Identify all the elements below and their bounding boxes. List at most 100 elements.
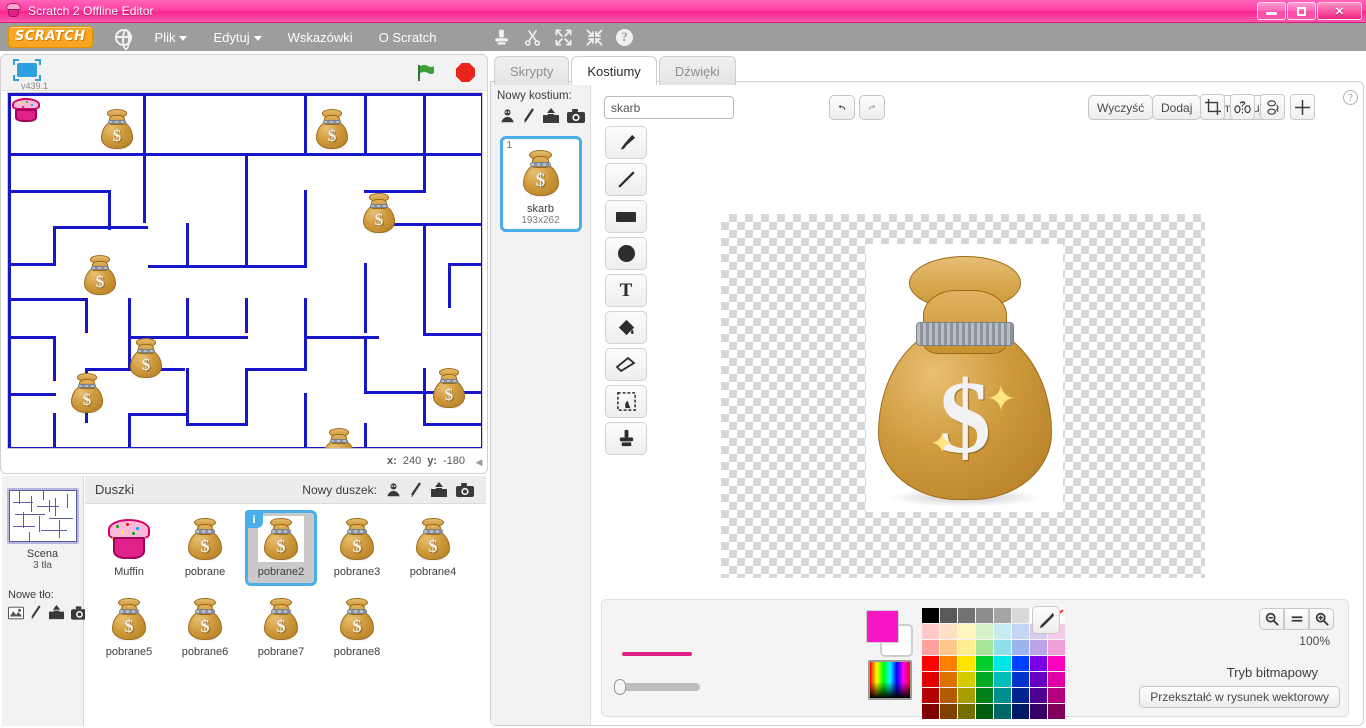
color-swatch[interactable] [976,704,993,719]
rectangle-tool-icon[interactable] [605,200,647,233]
color-swatch[interactable] [1012,672,1029,687]
convert-to-vector-button[interactable]: Przekształć w rysunek wektorowy [1139,686,1340,708]
globe-icon[interactable] [114,28,132,50]
stage-canvas[interactable]: $ $ $ $ $ $ $ $ [7,92,483,449]
color-swatch[interactable] [1048,640,1065,655]
tab-skrypty[interactable]: Skrypty [494,56,570,85]
color-swatch[interactable] [1048,704,1065,719]
paint-backdrop-icon[interactable] [30,605,42,620]
color-swatch[interactable] [1012,688,1029,703]
color-swatch[interactable] [976,688,993,703]
tab-dzwieki[interactable]: Dźwięki [658,56,736,85]
sprite-cell-pobrane7[interactable]: $ pobrane7 [245,590,317,666]
color-swatch[interactable] [1012,624,1029,639]
stage-sprite-moneybag[interactable]: $ [323,428,355,448]
color-swatch[interactable] [940,640,957,655]
color-gradient-picker[interactable] [868,660,912,700]
grow-icon[interactable] [554,28,573,47]
color-swatch[interactable] [1012,704,1029,719]
costume-artwork[interactable]: $ ✦ ✦ [866,244,1063,512]
tab-kostiumy[interactable]: Kostiumy [571,56,657,85]
color-swatch[interactable] [1030,656,1047,671]
color-swatch[interactable] [1030,688,1047,703]
color-swatch[interactable] [1030,672,1047,687]
color-swatch[interactable] [976,624,993,639]
backdrop-library-icon[interactable] [8,606,24,620]
brush-size-slider[interactable] [614,683,700,691]
foreground-color-swatch[interactable] [866,610,899,643]
crop-icon[interactable] [1200,94,1225,120]
sprite-info-badge[interactable]: i [245,510,263,528]
color-swatch[interactable] [994,688,1011,703]
paint-costume-icon[interactable] [523,108,535,124]
stage-sprite-moneybag[interactable]: $ [363,193,395,235]
costume-library-icon[interactable] [499,108,516,124]
paint-canvas-area[interactable]: $ ✦ ✦ [659,126,1349,626]
color-swatch[interactable] [958,640,975,655]
sprite-cell-pobrane4[interactable]: $ pobrane4 [397,510,469,586]
color-swatch[interactable] [922,608,939,623]
color-swatch[interactable] [958,672,975,687]
undo-icon[interactable] [829,95,855,120]
sprite-cell-muffin[interactable]: Muffin [93,510,165,586]
camera-sprite-icon[interactable] [456,482,474,497]
clear-button[interactable]: Wyczyść [1088,95,1154,120]
ellipse-tool-icon[interactable] [605,237,647,270]
eraser-tool-icon[interactable] [605,348,647,381]
color-swatch[interactable] [1048,688,1065,703]
set-costume-center-icon[interactable] [1290,94,1315,120]
color-swatch[interactable] [994,608,1011,623]
upload-sprite-icon[interactable] [430,481,448,498]
color-swatch[interactable] [1048,656,1065,671]
stage-resize-handle[interactable]: ◀ [473,455,485,469]
color-swatch[interactable] [976,608,993,623]
redo-icon[interactable] [859,95,885,120]
presentation-mode-icon[interactable] [13,59,41,81]
color-swatch[interactable] [1012,640,1029,655]
color-swatch[interactable] [1012,608,1029,623]
cut-scissors-icon[interactable] [523,28,542,47]
camera-costume-icon[interactable] [567,109,585,123]
stamp-tool-icon[interactable] [605,422,647,455]
duplicate-icon[interactable] [492,28,511,47]
foreground-background-swatches[interactable] [866,610,914,658]
menu-wskazowki[interactable]: Wskazówki [285,28,356,47]
color-swatch[interactable] [958,624,975,639]
stage-sprite-moneybag[interactable]: $ [101,109,133,151]
stage-sprite-moneybag[interactable]: $ [84,255,116,297]
color-swatch[interactable] [922,640,939,655]
color-swatch[interactable] [922,624,939,639]
color-swatch[interactable] [994,656,1011,671]
color-swatch[interactable] [994,640,1011,655]
stage-sprite-moneybag[interactable]: $ [433,368,465,410]
color-swatch[interactable] [1048,672,1065,687]
color-swatch[interactable] [958,656,975,671]
canvas-checkerboard[interactable]: $ ✦ ✦ [721,214,1205,578]
color-swatch[interactable] [940,672,957,687]
color-swatch[interactable] [958,704,975,719]
color-swatch[interactable] [940,624,957,639]
color-swatch[interactable] [994,672,1011,687]
flip-vertical-icon[interactable] [1260,94,1285,120]
color-swatch[interactable] [976,672,993,687]
sprite-cell-pobrane2[interactable]: i $ pobrane2 [245,510,317,586]
color-swatch[interactable] [976,656,993,671]
color-swatch[interactable] [1030,640,1047,655]
color-swatch[interactable] [922,688,939,703]
fill-tool-icon[interactable] [605,311,647,344]
restore-button[interactable] [1287,2,1316,20]
color-swatch[interactable] [940,656,957,671]
color-swatch[interactable] [958,608,975,623]
zoom-out-icon[interactable] [1259,608,1284,630]
color-swatch[interactable] [922,656,939,671]
line-tool-icon[interactable] [605,163,647,196]
color-swatch[interactable] [1030,704,1047,719]
color-swatch[interactable] [994,624,1011,639]
color-swatch[interactable] [922,672,939,687]
zoom-in-icon[interactable] [1309,608,1334,630]
color-swatch[interactable] [1012,656,1029,671]
color-swatch[interactable] [940,704,957,719]
eyedropper-icon[interactable] [1032,606,1060,634]
menu-edytuj[interactable]: Edytuj [210,28,264,47]
brush-size-slider-knob[interactable] [614,679,626,695]
